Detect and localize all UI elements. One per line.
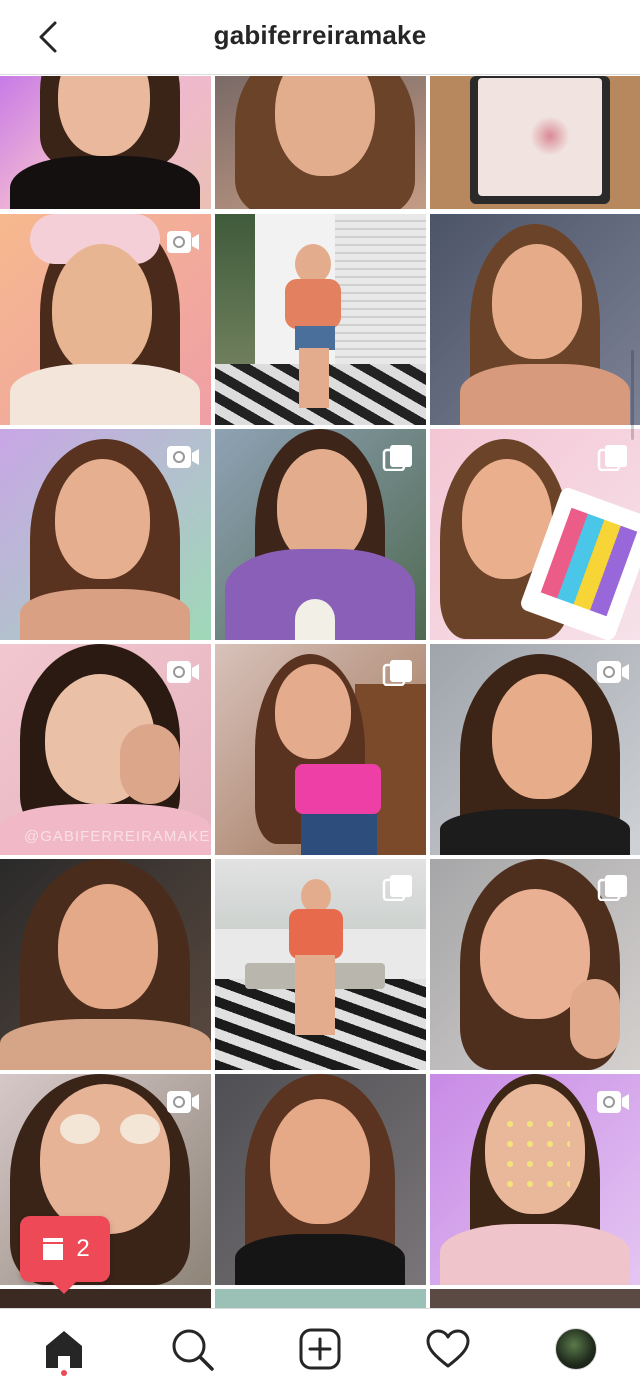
top-shape	[289, 909, 343, 959]
search-icon	[172, 1329, 214, 1371]
post-tile[interactable]	[215, 214, 426, 425]
multiple-images-icon	[597, 445, 627, 471]
multiple-images-icon	[597, 875, 627, 901]
notification-pointer	[50, 1280, 78, 1294]
home-icon	[46, 1331, 82, 1368]
post-tile[interactable]	[215, 76, 426, 209]
post-tile[interactable]	[430, 859, 640, 1070]
new-posts-notification[interactable]: 2	[20, 1216, 110, 1282]
face-shape	[492, 674, 592, 799]
concealer-patch	[120, 1114, 160, 1144]
clothing-shape	[440, 1224, 630, 1285]
post-tile[interactable]	[430, 76, 640, 209]
notification-dot	[61, 1370, 67, 1376]
scrollbar[interactable]	[631, 350, 634, 440]
clothing-shape	[235, 1234, 405, 1285]
legs-shape	[295, 955, 335, 1035]
avatar	[555, 1328, 597, 1370]
face-shape	[275, 664, 351, 759]
post-tile[interactable]	[430, 429, 640, 640]
face-shape	[270, 1099, 370, 1224]
face-shape	[40, 1084, 170, 1234]
watermark: @GABIFERREIRAMAKE	[24, 828, 211, 845]
shorts-shape	[295, 326, 335, 350]
nav-home-button[interactable]	[40, 1325, 88, 1373]
post-tile[interactable]	[215, 1074, 426, 1285]
video-camera-icon	[597, 1091, 629, 1113]
palm-shape	[215, 214, 255, 364]
hand-shape	[570, 979, 620, 1059]
bottom-nav	[0, 1308, 640, 1386]
multiple-images-icon	[382, 660, 412, 686]
nav-new-post-button[interactable]	[296, 1325, 344, 1373]
shoulder-shape	[0, 1019, 211, 1070]
profile-posts-screen: gabiferreiramake @GABIFERREIRAMAKE 2	[0, 0, 640, 1386]
post-tile[interactable]	[215, 1289, 426, 1309]
face-shape	[55, 459, 150, 579]
video-camera-icon	[597, 661, 629, 683]
post-tile[interactable]	[0, 76, 211, 209]
jeans-shape	[301, 814, 377, 855]
clothing-shape	[440, 809, 630, 855]
nav-activity-button[interactable]	[424, 1325, 472, 1373]
shoulder-shape	[460, 364, 630, 425]
concealer-patch	[60, 1114, 100, 1144]
post-tile[interactable]	[0, 214, 211, 425]
legs-shape	[299, 348, 329, 408]
face-shape	[58, 884, 158, 1009]
shoulder-shape	[20, 589, 190, 640]
post-tile[interactable]	[0, 429, 211, 640]
video-camera-icon	[167, 661, 199, 683]
multiple-images-icon	[382, 445, 412, 471]
face-shape	[492, 244, 582, 359]
post-tile[interactable]	[215, 644, 426, 855]
video-camera-icon	[167, 446, 199, 468]
post-tile[interactable]: @GABIFERREIRAMAKE	[0, 644, 211, 855]
face-shape	[277, 449, 367, 564]
post-tile[interactable]	[0, 859, 211, 1070]
shutter-shape	[335, 214, 426, 384]
top-bar: gabiferreiramake	[0, 0, 640, 75]
hand-shape	[120, 724, 180, 804]
page-title: gabiferreiramake	[213, 20, 427, 50]
top-shape	[285, 279, 341, 329]
post-tile[interactable]	[430, 1074, 640, 1285]
post-tile[interactable]	[430, 644, 640, 855]
face-shape	[295, 244, 331, 284]
clothing-shape	[10, 364, 200, 425]
post-tile[interactable]	[215, 859, 426, 1070]
post-tile[interactable]	[215, 429, 426, 640]
post-tile[interactable]	[0, 1289, 211, 1309]
post-tile[interactable]	[430, 214, 640, 425]
multiple-images-icon	[382, 875, 412, 901]
video-camera-icon	[167, 231, 199, 253]
heart-icon	[426, 1329, 470, 1368]
nav-search-button[interactable]	[168, 1325, 216, 1373]
skin-spot	[530, 116, 570, 156]
plus-square-icon	[299, 1328, 341, 1370]
top-shape	[295, 764, 381, 814]
post-tile[interactable]	[430, 1289, 640, 1309]
clothing-shape	[10, 156, 200, 209]
post-stack-icon	[43, 1238, 64, 1260]
drink-shape	[295, 599, 335, 640]
nav-profile-button[interactable]	[552, 1325, 600, 1373]
notification-count: 2	[76, 1235, 90, 1262]
video-camera-icon	[167, 1091, 199, 1113]
color-dots	[500, 1114, 570, 1194]
face-shape	[301, 879, 331, 913]
face-shape	[52, 244, 152, 374]
